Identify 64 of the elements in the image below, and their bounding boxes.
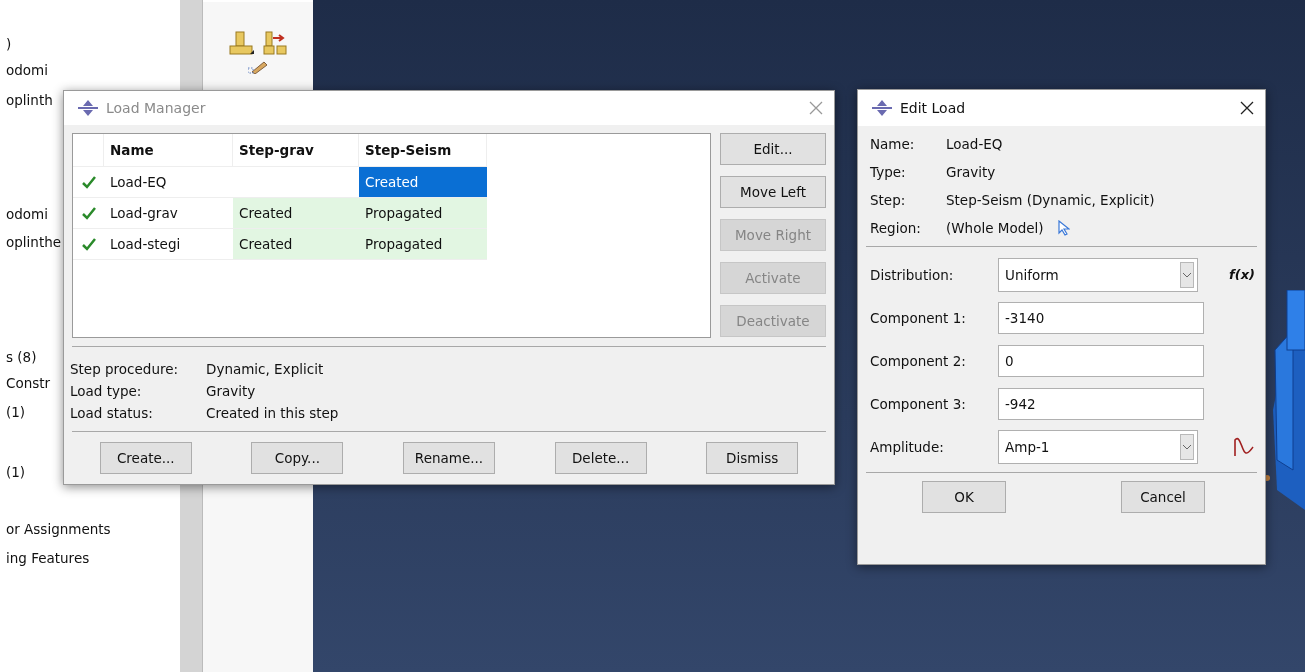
dialog-title: Load Manager: [106, 100, 207, 117]
info-label: Step:: [870, 192, 907, 208]
field-label: Distribution:: [870, 266, 955, 283]
info-label: Region:: [870, 220, 922, 236]
side-button[interactable]: Move Left: [720, 176, 826, 209]
input-field[interactable]: -3140: [998, 301, 1204, 334]
dialog-button[interactable]: Create...: [99, 442, 192, 474]
block-tool-icon[interactable]: [228, 30, 254, 56]
info-value: Load-EQ: [946, 136, 1004, 152]
check-icon[interactable]: [81, 237, 96, 251]
dialog-button[interactable]: Dismiss: [706, 442, 799, 474]
dialog-button[interactable]: OK: [922, 481, 1006, 513]
info-value: (Whole Model): [946, 220, 1044, 236]
table-cell[interactable]: Created: [359, 167, 487, 199]
check-icon[interactable]: [81, 175, 96, 189]
side-button[interactable]: Edit...: [720, 133, 826, 166]
tree-item[interactable]: oplinthe: [6, 232, 62, 252]
table-cell[interactable]: Propagated: [359, 198, 487, 230]
function-button[interactable]: f(x): [1229, 267, 1255, 282]
input-field[interactable]: -942: [998, 387, 1204, 420]
table-cell[interactable]: Created: [233, 198, 359, 230]
close-icon[interactable]: [1239, 100, 1255, 116]
cursor-icon[interactable]: [1057, 220, 1070, 236]
input-field[interactable]: 0: [998, 344, 1204, 377]
header-corner: [73, 134, 104, 168]
info-label: Type:: [870, 164, 907, 180]
info-value: Step-Seism (Dynamic, Explicit): [946, 192, 1156, 208]
tree-item[interactable]: (1): [6, 462, 26, 482]
info-label: Load status:: [70, 405, 154, 422]
field-label: Component 1:: [870, 309, 967, 326]
info-value: Dynamic, Explicit: [206, 361, 325, 378]
field-label: Amplitude:: [870, 438, 945, 455]
wave-icon[interactable]: [1233, 436, 1255, 457]
info-label: Load type:: [70, 383, 143, 400]
field-label: Component 3:: [870, 395, 967, 412]
table-cell[interactable]: Propagated: [359, 229, 487, 261]
move-icon: [78, 100, 98, 117]
tree-item[interactable]: oplinth: [6, 90, 53, 110]
tree-item[interactable]: (1): [6, 402, 26, 422]
tree-item[interactable]: odomi: [6, 204, 48, 224]
tree-item[interactable]: ): [6, 34, 12, 54]
table-cell[interactable]: Created: [233, 229, 359, 261]
field-label: Component 2:: [870, 352, 967, 369]
tree-item[interactable]: ing Features: [6, 548, 90, 568]
dialog-button[interactable]: Rename...: [403, 442, 495, 474]
check-icon[interactable]: [81, 206, 96, 220]
dialog-button[interactable]: Cancel: [1121, 481, 1205, 513]
info-label: Step procedure:: [70, 361, 180, 378]
block-move-icon[interactable]: [262, 30, 288, 56]
tree-item[interactable]: odomi: [6, 60, 48, 80]
dropdown-field[interactable]: Uniform: [998, 257, 1198, 292]
dialog-button[interactable]: Copy...: [251, 442, 344, 474]
info-value: Created in this step: [206, 405, 340, 422]
pencil-icon[interactable]: [248, 60, 268, 74]
dialog-title: Edit Load: [900, 100, 967, 116]
info-value: Gravity: [206, 383, 257, 400]
info-value: Gravity: [946, 164, 997, 180]
info-label: Name:: [870, 136, 916, 152]
dialog-button[interactable]: Delete...: [554, 442, 647, 474]
dropdown-field[interactable]: Amp-1: [998, 429, 1198, 464]
tree-item[interactable]: or Assignments: [6, 519, 111, 539]
tree-item[interactable]: Constr: [6, 373, 51, 393]
move-icon: [872, 100, 892, 116]
tree-item[interactable]: s (8): [6, 347, 37, 367]
